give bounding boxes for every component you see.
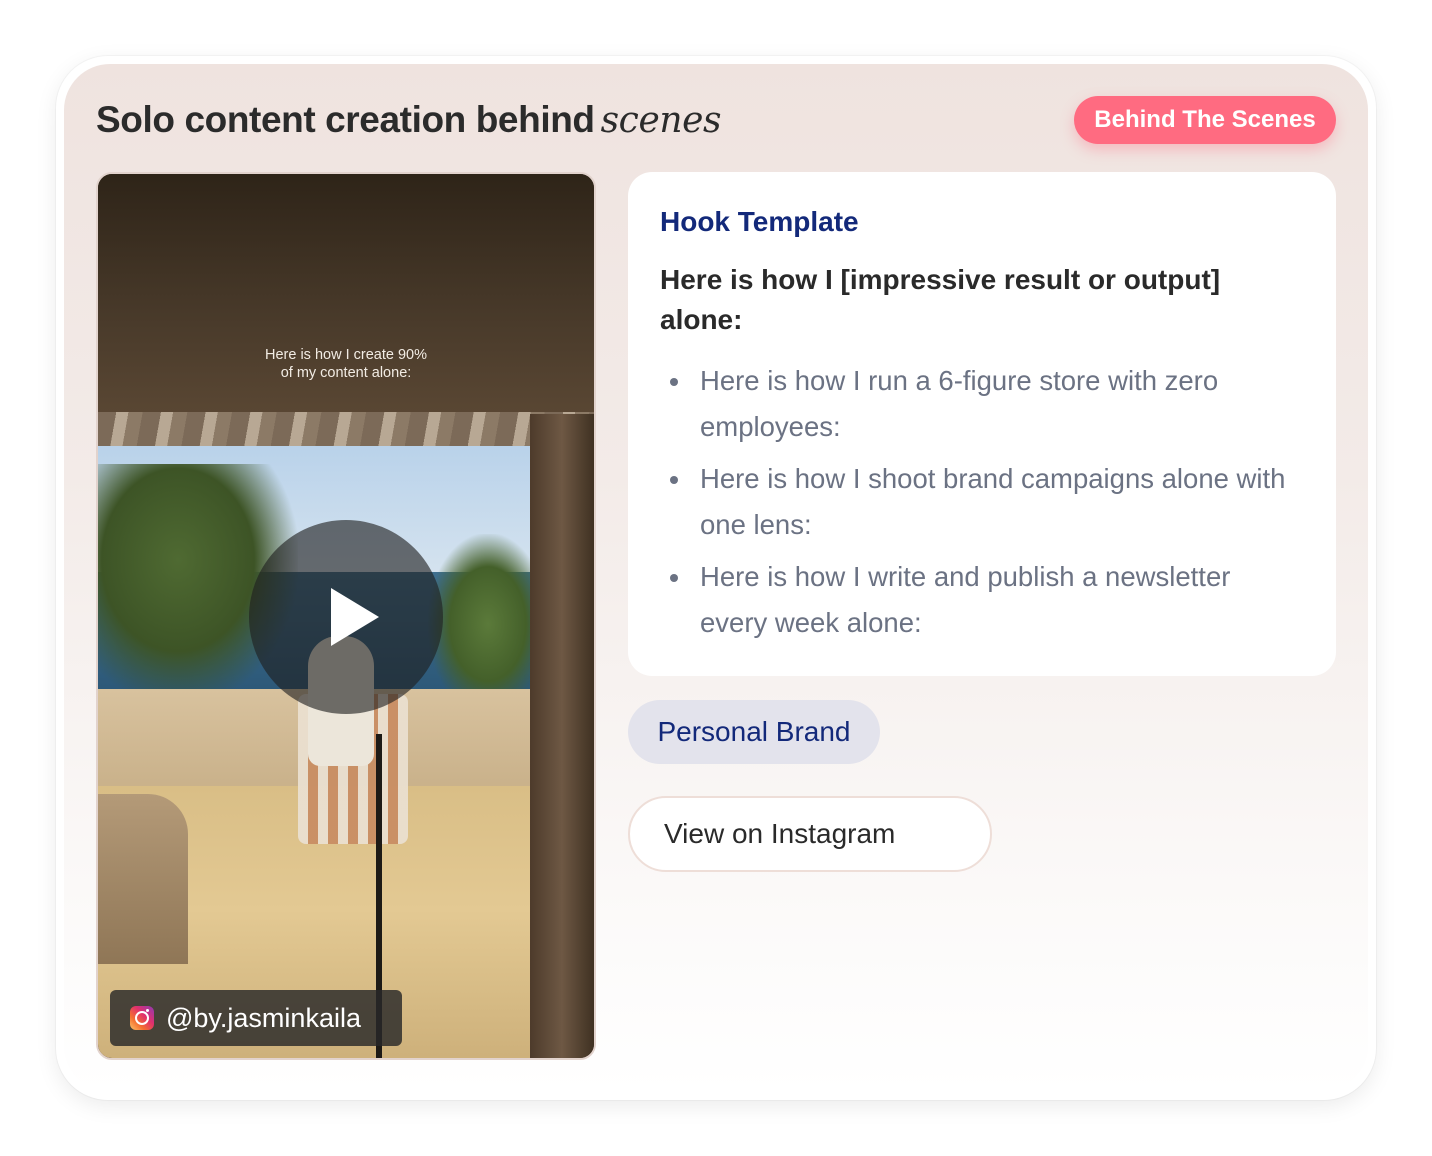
- hook-example: Here is how I shoot brand campaigns alon…: [668, 456, 1288, 548]
- hook-template-text: Here is how I [impressive result or outp…: [660, 264, 1221, 335]
- video-overlay-line2: of my content alone:: [280, 365, 412, 381]
- video-overlay-text: Here is how I create 90% of my content a…: [98, 346, 594, 382]
- video-doorframe: [530, 414, 594, 1058]
- video-overlay-line1: Here is how I create 90%: [265, 347, 427, 363]
- creator-handle-text: @by.jasminkaila: [166, 1003, 361, 1033]
- hook-template-panel: Hook Template Here is how I [impressive …: [628, 172, 1336, 676]
- category-badge[interactable]: Behind The Scenes: [1074, 96, 1336, 144]
- video-beam: [98, 412, 594, 446]
- video-preview[interactable]: Here is how I create 90% of my content a…: [96, 172, 596, 1060]
- instagram-icon: [130, 1006, 154, 1030]
- hook-examples: Here is how I run a 6-figure store with …: [668, 358, 1288, 652]
- video-ceiling: [98, 174, 594, 424]
- card-title: Solo content creation behind scenes: [96, 96, 722, 144]
- view-on-instagram-button[interactable]: View on Instagram: [628, 796, 992, 872]
- hook-heading: Hook Template: [660, 206, 859, 237]
- tag-personal-brand[interactable]: Personal Brand: [628, 700, 880, 764]
- title-main: Solo content creation behind: [96, 99, 595, 140]
- hook-example: Here is how I write and publish a newsle…: [668, 554, 1288, 646]
- creator-handle[interactable]: @by.jasminkaila: [110, 990, 402, 1046]
- play-icon: [331, 588, 379, 646]
- video-table: [98, 794, 188, 964]
- play-button[interactable]: [249, 520, 443, 714]
- title-emphasis: scenes: [600, 100, 722, 141]
- hook-example: Here is how I run a 6-figure store with …: [668, 358, 1288, 450]
